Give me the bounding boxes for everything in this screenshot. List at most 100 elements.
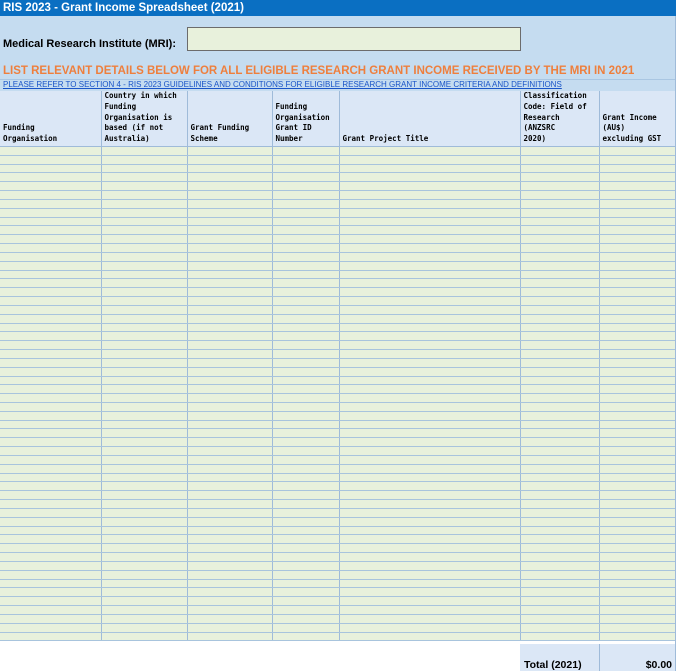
table-cell[interactable]: [272, 393, 340, 403]
table-cell[interactable]: [520, 561, 600, 571]
table-cell[interactable]: [599, 261, 676, 271]
table-cell[interactable]: [339, 146, 521, 156]
table-cell[interactable]: [272, 508, 340, 518]
table-cell[interactable]: [520, 428, 600, 439]
table-cell[interactable]: [339, 340, 521, 351]
table-cell[interactable]: [0, 261, 102, 271]
table-cell[interactable]: [187, 349, 273, 359]
table-cell[interactable]: [599, 340, 676, 351]
table-cell[interactable]: [599, 208, 676, 218]
table-cell[interactable]: [272, 587, 340, 598]
table-cell[interactable]: [339, 208, 521, 218]
table-cell[interactable]: [101, 287, 188, 298]
table-cell[interactable]: [272, 367, 340, 377]
table-cell[interactable]: [101, 146, 188, 156]
table-cell[interactable]: [0, 632, 102, 642]
table-cell[interactable]: [0, 314, 102, 324]
table-cell[interactable]: [339, 464, 521, 474]
table-cell[interactable]: [0, 464, 102, 474]
table-cell[interactable]: [520, 349, 600, 359]
table-cell[interactable]: [272, 605, 340, 615]
table-cell[interactable]: [0, 446, 102, 456]
table-cell[interactable]: [101, 376, 188, 386]
table-cell[interactable]: [101, 190, 188, 200]
table-cell[interactable]: [339, 181, 521, 192]
table-cell[interactable]: [339, 164, 521, 174]
table-cell[interactable]: [272, 358, 340, 368]
table-cell[interactable]: [0, 534, 102, 545]
table-cell[interactable]: [187, 543, 273, 554]
table-cell[interactable]: [599, 596, 676, 607]
table-cell[interactable]: [272, 261, 340, 271]
table-cell[interactable]: [187, 481, 273, 492]
table-cell[interactable]: [339, 517, 521, 527]
table-cell[interactable]: [339, 614, 521, 624]
table-cell[interactable]: [339, 526, 521, 536]
table-cell[interactable]: [339, 534, 521, 545]
table-cell[interactable]: [339, 358, 521, 368]
table-cell[interactable]: [599, 490, 676, 501]
table-cell[interactable]: [599, 543, 676, 554]
table-cell[interactable]: [0, 393, 102, 403]
table-cell[interactable]: [599, 190, 676, 200]
table-cell[interactable]: [339, 305, 521, 315]
table-cell[interactable]: [101, 296, 188, 306]
table-cell[interactable]: [187, 587, 273, 598]
table-cell[interactable]: [101, 402, 188, 412]
table-cell[interactable]: [187, 323, 273, 333]
table-cell[interactable]: [339, 234, 521, 245]
table-cell[interactable]: [599, 270, 676, 280]
table-cell[interactable]: [599, 570, 676, 580]
table-cell[interactable]: [520, 614, 600, 624]
table-cell[interactable]: [0, 517, 102, 527]
table-cell[interactable]: [101, 596, 188, 607]
table-cell[interactable]: [339, 287, 521, 298]
table-cell[interactable]: [599, 367, 676, 377]
table-cell[interactable]: [101, 217, 188, 227]
table-cell[interactable]: [101, 526, 188, 536]
table-cell[interactable]: [272, 146, 340, 156]
table-cell[interactable]: [187, 411, 273, 421]
table-cell[interactable]: [520, 384, 600, 395]
table-cell[interactable]: [599, 614, 676, 624]
table-cell[interactable]: [0, 225, 102, 236]
table-cell[interactable]: [520, 278, 600, 289]
table-cell[interactable]: [599, 464, 676, 474]
table-cell[interactable]: [187, 579, 273, 589]
table-cell[interactable]: [101, 155, 188, 165]
table-cell[interactable]: [520, 287, 600, 298]
table-cell[interactable]: [520, 252, 600, 262]
table-cell[interactable]: [101, 384, 188, 395]
table-cell[interactable]: [339, 278, 521, 289]
table-cell[interactable]: [339, 199, 521, 209]
table-cell[interactable]: [101, 349, 188, 359]
table-cell[interactable]: [272, 243, 340, 253]
table-cell[interactable]: [187, 367, 273, 377]
table-cell[interactable]: [0, 340, 102, 351]
table-cell[interactable]: [101, 481, 188, 492]
guidelines-link[interactable]: PLEASE REFER TO SECTION 4 - RIS 2023 GUI…: [3, 80, 562, 89]
table-cell[interactable]: [272, 402, 340, 412]
table-cell[interactable]: [101, 587, 188, 598]
table-cell[interactable]: [599, 508, 676, 518]
table-cell[interactable]: [101, 340, 188, 351]
table-cell[interactable]: [520, 508, 600, 518]
table-cell[interactable]: [599, 384, 676, 395]
table-cell[interactable]: [272, 464, 340, 474]
table-cell[interactable]: [599, 587, 676, 598]
table-cell[interactable]: [599, 473, 676, 483]
table-cell[interactable]: [520, 455, 600, 465]
table-cell[interactable]: [101, 579, 188, 589]
table-cell[interactable]: [187, 596, 273, 607]
table-cell[interactable]: [520, 393, 600, 403]
table-cell[interactable]: [520, 596, 600, 607]
table-cell[interactable]: [599, 199, 676, 209]
table-cell[interactable]: [339, 446, 521, 456]
table-cell[interactable]: [599, 278, 676, 289]
table-cell[interactable]: [599, 331, 676, 342]
table-cell[interactable]: [272, 596, 340, 607]
table-cell[interactable]: [187, 208, 273, 218]
table-cell[interactable]: [599, 181, 676, 192]
table-cell[interactable]: [520, 402, 600, 412]
table-cell[interactable]: [272, 349, 340, 359]
